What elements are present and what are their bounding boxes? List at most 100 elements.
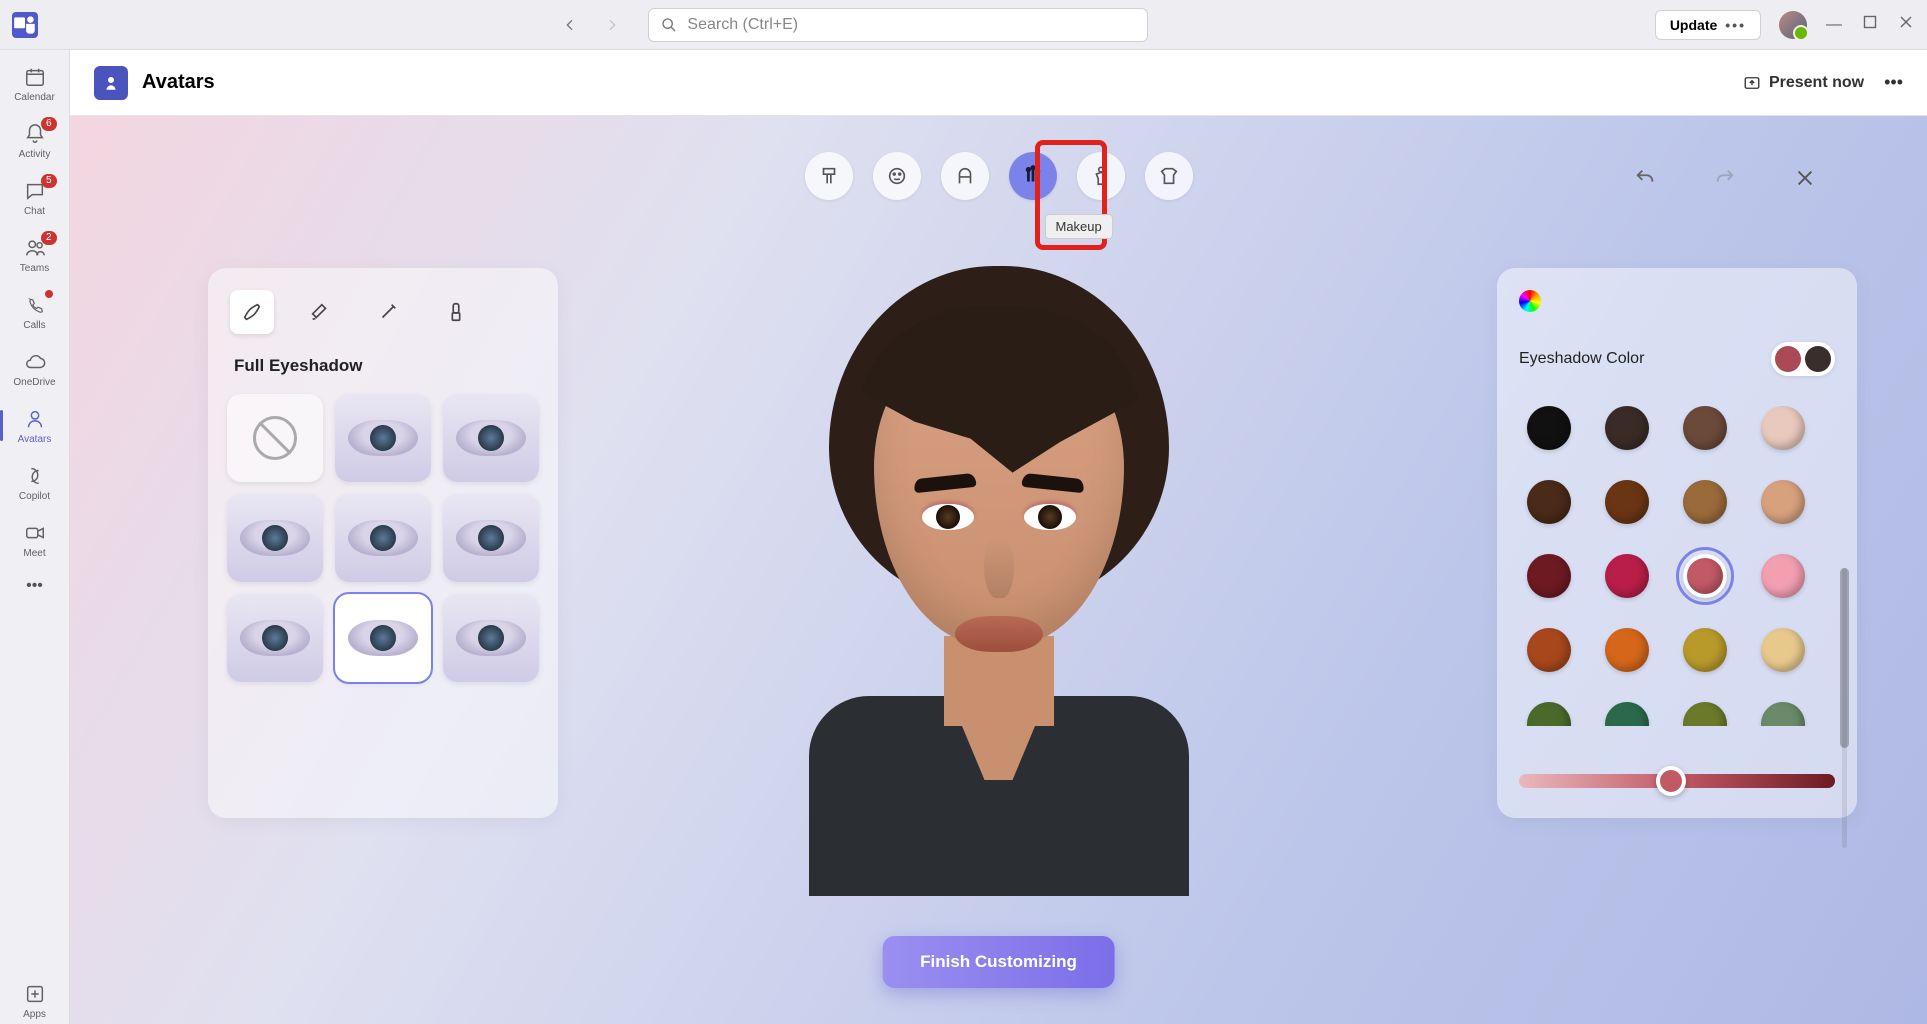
close-editor-button[interactable] xyxy=(1793,166,1817,190)
toggle-swatch-a[interactable] xyxy=(1775,346,1801,372)
color-swatch[interactable] xyxy=(1761,480,1805,524)
category-hair[interactable] xyxy=(941,152,989,200)
category-body[interactable] xyxy=(1077,152,1125,200)
user-avatar[interactable] xyxy=(1779,11,1807,39)
titlebar: Search (Ctrl+E) Update ••• — xyxy=(0,0,1927,50)
chat-badge: 5 xyxy=(41,174,57,188)
style-option-selected[interactable] xyxy=(335,594,431,682)
update-button[interactable]: Update ••• xyxy=(1655,10,1761,40)
color-swatch[interactable] xyxy=(1527,554,1571,598)
video-icon xyxy=(22,520,48,546)
color-wheel-icon[interactable] xyxy=(1519,290,1541,312)
color-mode-toggle[interactable] xyxy=(1771,342,1835,376)
undo-button[interactable] xyxy=(1633,166,1657,190)
toggle-swatch-b[interactable] xyxy=(1805,346,1831,372)
nav-avatars[interactable]: Avatars xyxy=(5,402,65,449)
window-close-button[interactable] xyxy=(1897,15,1915,34)
search-placeholder: Search (Ctrl+E) xyxy=(687,16,798,34)
category-face[interactable] xyxy=(873,152,921,200)
color-swatch[interactable] xyxy=(1527,480,1571,524)
tool-eyeliner[interactable] xyxy=(366,290,410,334)
nav-chat[interactable]: 5 Chat xyxy=(5,174,65,221)
color-swatch[interactable] xyxy=(1683,702,1727,726)
makeup-tool-row xyxy=(230,290,536,334)
nav-label: Activity xyxy=(19,149,51,160)
color-panel: Eyeshadow Color xyxy=(1497,268,1857,818)
window-minimize-button[interactable]: — xyxy=(1825,16,1843,34)
shade-slider[interactable] xyxy=(1519,774,1835,788)
tool-lipstick[interactable] xyxy=(298,290,342,334)
color-swatch[interactable] xyxy=(1605,406,1649,450)
avatar-canvas: Makeup Full Eyeshadow xyxy=(70,116,1927,1024)
nav-label: OneDrive xyxy=(13,377,55,388)
nav-apps[interactable]: Apps xyxy=(5,977,65,1024)
category-makeup[interactable] xyxy=(1009,152,1057,200)
avatars-app-icon xyxy=(94,66,128,100)
search-input[interactable]: Search (Ctrl+E) xyxy=(648,8,1148,42)
app-more-button[interactable]: ••• xyxy=(1884,72,1903,93)
update-label: Update xyxy=(1670,17,1717,33)
color-swatch[interactable] xyxy=(1527,406,1571,450)
redo-button[interactable] xyxy=(1713,166,1737,190)
page-title: Avatars xyxy=(142,71,215,94)
apps-icon xyxy=(22,981,48,1007)
nav-more[interactable]: ••• xyxy=(5,573,65,599)
phone-icon xyxy=(22,292,48,318)
color-swatch[interactable] xyxy=(1683,628,1727,672)
nav-onedrive[interactable]: OneDrive xyxy=(5,345,65,392)
color-swatch[interactable] xyxy=(1527,702,1571,726)
category-wardrobe[interactable] xyxy=(1145,152,1193,200)
color-swatch[interactable] xyxy=(1683,480,1727,524)
nav-activity[interactable]: 6 Activity xyxy=(5,117,65,164)
tool-eyeshadow[interactable] xyxy=(230,290,274,334)
avatar-preview xyxy=(789,266,1209,826)
color-scrollbar-thumb[interactable] xyxy=(1840,568,1849,748)
nav-meet[interactable]: Meet xyxy=(5,516,65,563)
forward-button[interactable] xyxy=(604,17,620,33)
nav-calls[interactable]: Calls xyxy=(5,288,65,335)
style-none[interactable] xyxy=(227,394,323,482)
color-swatch[interactable] xyxy=(1761,628,1805,672)
app-header: Avatars Present now ••• xyxy=(70,50,1927,116)
more-icon: ••• xyxy=(1725,17,1746,33)
present-now-button[interactable]: Present now xyxy=(1743,74,1864,92)
style-option[interactable] xyxy=(443,494,539,582)
style-option[interactable] xyxy=(227,594,323,682)
color-swatch[interactable] xyxy=(1605,554,1649,598)
nav-teams[interactable]: 2 Teams xyxy=(5,231,65,278)
tool-blush[interactable] xyxy=(434,290,478,334)
calendar-icon xyxy=(22,64,48,90)
slider-thumb[interactable] xyxy=(1656,766,1686,796)
color-swatch-grid xyxy=(1519,406,1835,726)
color-swatch[interactable] xyxy=(1761,702,1805,726)
color-swatch[interactable] xyxy=(1605,628,1649,672)
style-option[interactable] xyxy=(443,594,539,682)
teams-logo-icon xyxy=(12,12,38,38)
teams-badge: 2 xyxy=(41,231,57,245)
color-swatch[interactable] xyxy=(1605,702,1649,726)
color-swatch[interactable] xyxy=(1683,554,1727,598)
color-swatch[interactable] xyxy=(1761,406,1805,450)
nav-label: Calls xyxy=(23,320,45,331)
style-option[interactable] xyxy=(335,394,431,482)
color-swatch[interactable] xyxy=(1605,480,1649,524)
back-button[interactable] xyxy=(562,17,578,33)
style-option[interactable] xyxy=(335,494,431,582)
color-swatch[interactable] xyxy=(1527,628,1571,672)
style-option[interactable] xyxy=(443,394,539,482)
window-maximize-button[interactable] xyxy=(1861,15,1879,34)
nav-copilot[interactable]: Copilot xyxy=(5,459,65,506)
color-swatch[interactable] xyxy=(1683,406,1727,450)
copilot-icon xyxy=(22,463,48,489)
category-bar xyxy=(805,152,1193,200)
cloud-icon xyxy=(22,349,48,375)
makeup-options-panel: Full Eyeshadow xyxy=(208,268,558,818)
nav-calendar[interactable]: Calendar xyxy=(5,60,65,107)
style-option[interactable] xyxy=(227,494,323,582)
content-area: Avatars Present now ••• Makeup xyxy=(70,50,1927,1024)
nav-label: Teams xyxy=(20,263,49,274)
nav-label: Avatars xyxy=(18,434,52,445)
finish-customizing-button[interactable]: Finish Customizing xyxy=(882,936,1115,988)
category-brush[interactable] xyxy=(805,152,853,200)
color-swatch[interactable] xyxy=(1761,554,1805,598)
